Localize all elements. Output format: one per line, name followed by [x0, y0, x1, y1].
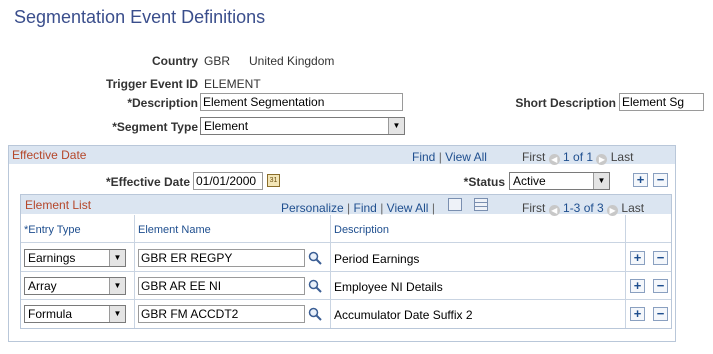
description-field[interactable]: Element Segmentation — [200, 93, 403, 111]
column-divider — [330, 215, 331, 328]
add-row-button[interactable]: + — [630, 279, 645, 293]
separator: | — [431, 201, 435, 215]
row-description: Period Earnings — [334, 252, 420, 266]
effective-date-last: Last — [610, 150, 634, 164]
entry-type-value: Formula — [28, 307, 73, 321]
personalize-link[interactable]: Personalize — [281, 201, 344, 215]
delete-row-button[interactable]: − — [653, 307, 668, 321]
previous-icon: ◀ — [548, 154, 560, 165]
element-list-find-link[interactable]: Find — [354, 201, 377, 215]
effective-date-title: Effective Date — [12, 148, 87, 162]
element-name-field[interactable]: GBR FM ACCDT2 — [138, 305, 305, 323]
lookup-icon[interactable] — [308, 279, 322, 293]
description-label: *Description — [127, 96, 198, 110]
separator: | — [438, 150, 442, 164]
dropdown-arrow-icon: ▼ — [109, 278, 125, 294]
effective-date-first: First — [522, 150, 546, 164]
country-label: Country — [152, 54, 198, 68]
zoom-grid-icon[interactable] — [448, 198, 462, 211]
page-title: Segmentation Event Definitions — [14, 7, 266, 27]
entry-type-value: Array — [28, 279, 57, 293]
lookup-icon[interactable] — [308, 251, 322, 265]
effective-date-find-link[interactable]: Find — [412, 150, 435, 164]
next-icon: ▶ — [596, 154, 608, 165]
element-list-count: 1-3 of 3 — [563, 201, 604, 215]
row-description: Accumulator Date Suffix 2 — [334, 308, 473, 322]
entry-type-select[interactable]: Formula ▼ — [24, 305, 126, 323]
row-divider — [21, 299, 671, 300]
row-divider — [21, 271, 671, 272]
effective-date-label: *Effective Date — [105, 175, 190, 189]
element-name-field[interactable]: GBR AR EE NI — [138, 277, 305, 295]
separator: | — [380, 201, 384, 215]
delete-effective-row-button[interactable]: − — [653, 173, 668, 187]
row-description: Employee NI Details — [334, 280, 443, 294]
column-header-entry-type: *Entry Type — [24, 224, 81, 236]
add-effective-row-button[interactable]: + — [633, 173, 648, 187]
country-code: GBR — [204, 54, 231, 68]
element-list-view-all-link[interactable]: View All — [387, 201, 429, 215]
add-row-button[interactable]: + — [630, 307, 645, 321]
segment-type-select[interactable]: Element ▼ — [200, 117, 405, 135]
column-divider — [134, 215, 135, 328]
add-row-button[interactable]: + — [630, 251, 645, 265]
trigger-event-label: Trigger Event ID — [105, 77, 198, 91]
column-divider — [625, 215, 626, 328]
status-value: Active — [513, 174, 546, 188]
trigger-event-value: ELEMENT — [204, 77, 261, 91]
entry-type-value: Earnings — [28, 251, 76, 265]
status-select[interactable]: Active ▼ — [509, 172, 610, 190]
element-list-first: First — [522, 201, 546, 215]
country-name: United Kingdom — [249, 54, 335, 68]
column-header-element-name: Element Name — [138, 224, 211, 236]
previous-icon: ◀ — [548, 205, 560, 216]
dropdown-arrow-icon: ▼ — [388, 118, 404, 134]
delete-row-button[interactable]: − — [653, 251, 668, 265]
short-description-label: Short Description — [515, 96, 616, 110]
entry-type-select[interactable]: Array ▼ — [24, 277, 126, 295]
next-icon: ▶ — [607, 205, 619, 216]
lookup-icon[interactable] — [308, 307, 322, 321]
element-name-field[interactable]: GBR ER REGPY — [138, 249, 305, 267]
column-header-description: Description — [334, 224, 390, 236]
separator: | — [347, 201, 351, 215]
row-divider — [21, 242, 671, 243]
status-label: *Status — [463, 175, 505, 189]
entry-type-select[interactable]: Earnings ▼ — [24, 249, 126, 267]
element-list-last: Last — [621, 201, 645, 215]
calendar-icon[interactable]: 31 — [267, 174, 280, 187]
segment-type-value: Element — [204, 119, 249, 133]
element-list-title: Element List — [25, 198, 92, 212]
dropdown-arrow-icon: ▼ — [593, 173, 609, 189]
effective-date-view-all-link[interactable]: View All — [445, 150, 487, 164]
effective-date-count: 1 of 1 — [563, 150, 594, 164]
short-description-field[interactable]: Element Sg — [619, 93, 704, 111]
segment-type-label: *Segment Type — [112, 120, 198, 134]
effective-date-field[interactable]: 01/01/2000 — [193, 172, 263, 190]
delete-row-button[interactable]: − — [653, 279, 668, 293]
dropdown-arrow-icon: ▼ — [109, 250, 125, 266]
download-grid-icon[interactable] — [474, 198, 488, 211]
dropdown-arrow-icon: ▼ — [109, 306, 125, 322]
